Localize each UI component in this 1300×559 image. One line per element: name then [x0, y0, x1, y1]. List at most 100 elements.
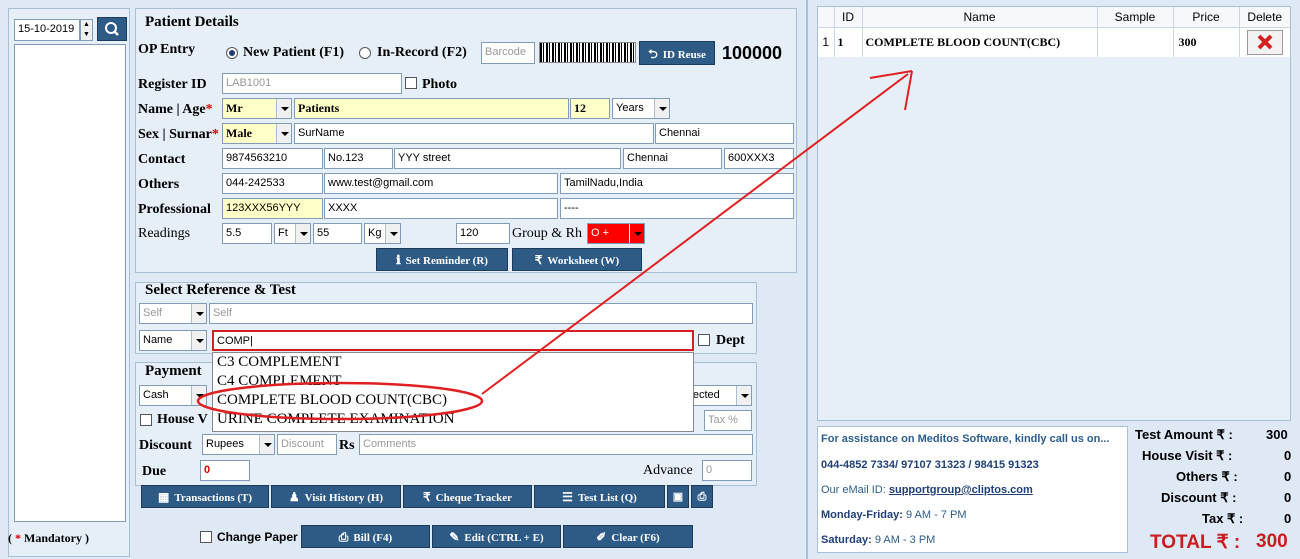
search-button[interactable] [97, 17, 127, 41]
id-reuse-button[interactable]: ⮌ ID Reuse [639, 41, 715, 65]
calculator-icon: ▣ [672, 491, 684, 503]
age-unit-select[interactable]: Years [612, 98, 670, 119]
undo-icon: ⮌ [648, 47, 658, 61]
photo-label: Photo [422, 77, 457, 92]
sex-select[interactable]: Male [222, 123, 292, 144]
advance-label: Advance [643, 463, 693, 478]
reference-name-field[interactable]: Self [209, 303, 753, 324]
set-reminder-button[interactable]: ℹ Set Reminder (R) [376, 248, 508, 271]
suggestion-item[interactable]: C4 COMPLEMENT [213, 372, 693, 391]
height-field[interactable]: 5.5 [222, 223, 272, 244]
pincode-field[interactable]: 600XXX3 [724, 148, 794, 169]
suggestion-item[interactable]: URINE COMPLETE EXAMINATION [213, 410, 693, 429]
test-list-button[interactable]: ☰ Test List (Q) [534, 485, 665, 508]
patient-list[interactable] [14, 44, 126, 522]
surname-field[interactable]: SurName [294, 123, 654, 144]
calculator-button[interactable]: ▣ [667, 485, 689, 508]
transactions-button[interactable]: ▦ Transactions (T) [141, 485, 269, 508]
delete-row-button[interactable] [1246, 29, 1283, 55]
change-paper-label: Change Paper [217, 530, 298, 544]
comments-input[interactable]: Comments [359, 434, 753, 455]
city-top-field[interactable]: Chennai [655, 123, 794, 144]
header-name[interactable]: Name [862, 7, 1098, 28]
house-visit-checkbox[interactable] [140, 414, 152, 426]
due-field[interactable]: 0 [200, 460, 250, 481]
test-search-input[interactable]: COMP| [212, 330, 694, 351]
search-icon [105, 22, 119, 36]
age-field[interactable]: 12 [570, 98, 610, 119]
discount-input[interactable]: Discount [277, 434, 337, 455]
edit-button[interactable]: ✎ Edit (CTRL + E) [432, 525, 561, 548]
header-price[interactable]: Price [1173, 7, 1240, 28]
blood-group-select[interactable]: O + [587, 223, 645, 244]
grid-icon: ▦ [157, 490, 170, 504]
payment-mode-select[interactable]: Cash [139, 385, 207, 406]
bp-field[interactable]: 120 [456, 223, 510, 244]
professional-extra-field[interactable]: ---- [560, 198, 794, 219]
height-unit-select[interactable]: Ft [274, 223, 311, 244]
assistance-text: For assistance on Meditos Software, kind… [821, 433, 1110, 445]
test-amount-value: 300 [1266, 427, 1288, 442]
barcode-icon [539, 42, 636, 63]
info-icon: ℹ [396, 253, 401, 267]
header-sample[interactable]: Sample [1097, 7, 1174, 28]
weight-field[interactable]: 55 [313, 223, 362, 244]
dept-checkbox[interactable] [698, 334, 710, 346]
new-patient-radio[interactable] [226, 47, 238, 59]
salutation-select[interactable]: Mr [222, 98, 292, 119]
tax-input[interactable]: Tax % [704, 410, 752, 431]
due-label: Due [142, 464, 167, 479]
table-row[interactable]: 1 1 COMPLETE BLOOD COUNT(CBC) 300 [818, 27, 1290, 57]
grid-header: ID Name Sample Price Delete [818, 7, 1290, 28]
email-row: Our eMail ID: supportgroup@cliptos.com [821, 484, 1033, 496]
name-field[interactable]: Patients [294, 98, 569, 119]
payment-status-select[interactable]: llected [684, 385, 752, 406]
state-field[interactable]: TamilNadu,India [560, 173, 794, 194]
print-button[interactable]: ⎙ [691, 485, 713, 508]
row-price: 300 [1173, 27, 1240, 57]
house-visit-label: House V [157, 412, 208, 427]
advance-field[interactable]: 0 [702, 460, 752, 481]
city-field[interactable]: Chennai [623, 148, 722, 169]
register-id-field[interactable]: LAB1001 [222, 73, 402, 94]
grand-total-label: TOTAL ₹ : [1150, 532, 1241, 553]
suggestion-item[interactable]: C3 COMPLEMENT [213, 353, 693, 372]
test-suggestion-list: C3 COMPLEMENT C4 COMPLEMENT COMPLETE BLO… [212, 352, 694, 432]
suggestion-item-selected[interactable]: COMPLETE BLOOD COUNT(CBC) [213, 391, 693, 410]
clear-button[interactable]: ✐ Clear (F6) [563, 525, 693, 548]
new-patient-label: New Patient (F1) [243, 45, 345, 60]
patient-details-title: Patient Details [145, 14, 239, 30]
date-field[interactable]: 15-10-2019 [14, 19, 80, 41]
reference-type-select[interactable]: Self [139, 303, 207, 324]
in-record-radio[interactable] [359, 47, 371, 59]
worksheet-button[interactable]: ₹ Worksheet (W) [512, 248, 642, 271]
weight-unit-select[interactable]: Kg [364, 223, 401, 244]
professional-id-field[interactable]: 123XXX56YYY [222, 198, 323, 219]
dept-label: Dept [716, 333, 745, 348]
phone-field[interactable]: 9874563210 [222, 148, 323, 169]
date-spinner[interactable]: ▲ ▼ [80, 19, 93, 41]
barcode-input[interactable]: Barcode [481, 42, 535, 64]
test-grid: ID Name Sample Price Delete 1 1 COMPLETE… [817, 6, 1291, 421]
row-name: COMPLETE BLOOD COUNT(CBC) [862, 27, 1098, 57]
bill-button[interactable]: ⎙ Bill (F4) [301, 525, 430, 548]
door-no-field[interactable]: No.123 [324, 148, 393, 169]
photo-checkbox[interactable] [405, 77, 417, 89]
rupee-icon: ₹ [534, 253, 543, 267]
change-paper-checkbox[interactable] [200, 531, 212, 543]
street-field[interactable]: YYY street [394, 148, 621, 169]
email-field[interactable]: www.test@gmail.com [324, 173, 558, 194]
visit-history-button[interactable]: ♟ Visit History (H) [271, 485, 401, 508]
cheque-tracker-button[interactable]: ₹ Cheque Tracker [403, 485, 532, 508]
discount-type-select[interactable]: Rupees [202, 434, 275, 455]
support-email-link[interactable]: supportgroup@cliptos.com [889, 484, 1033, 496]
eraser-icon: ✐ [596, 530, 607, 544]
grand-total-value: 300 [1256, 531, 1288, 552]
landline-field[interactable]: 044-242533 [222, 173, 323, 194]
edit-icon: ✎ [449, 530, 460, 544]
in-record-label: In-Record (F2) [377, 45, 467, 60]
header-delete[interactable]: Delete [1239, 7, 1290, 28]
professional-name-field[interactable]: XXXX [324, 198, 558, 219]
search-type-select[interactable]: Name [139, 330, 207, 351]
header-id[interactable]: ID [834, 7, 863, 28]
